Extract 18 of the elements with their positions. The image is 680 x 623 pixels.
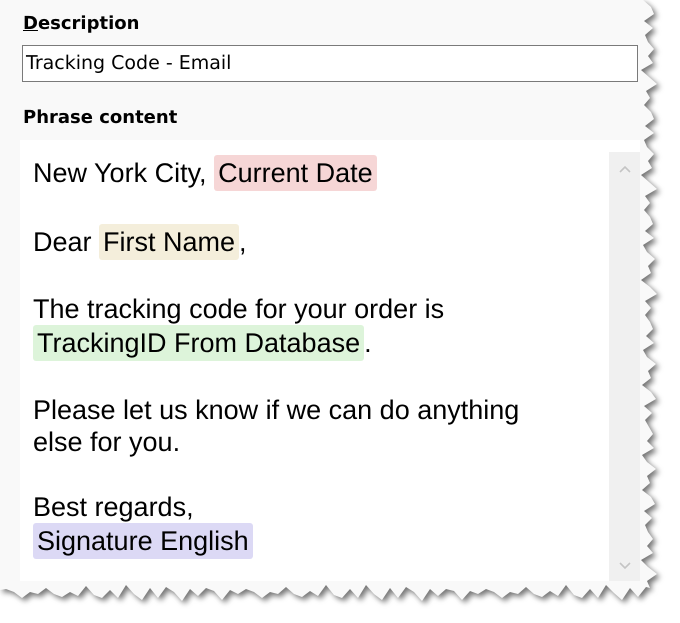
field-label: Phrase content (22, 106, 178, 130)
merge-field-tag: Current Date (214, 155, 377, 191)
chevron-down-icon[interactable] (618, 562, 630, 569)
chevron-up-icon[interactable] (618, 166, 630, 173)
merge-field-tag: Signature English (33, 523, 253, 559)
merge-field-tag: TrackingID From Database (33, 325, 364, 361)
description-input[interactable]: Tracking Code - Email (22, 45, 638, 82)
paragraph-text: , (239, 227, 247, 257)
paragraph-text: Please let us know if we can do anything else for you. (33, 395, 520, 457)
phrase-editor[interactable]: New York City, Current Date Dear First Name, The tracking code for your order is TrackingID From Database. Please let us know if we can do anything else for you. Best regards, Signature English (20, 140, 640, 581)
paragraph-text: . (364, 328, 372, 358)
paragraph-text: The tracking code for your order is (33, 294, 444, 324)
field-label: Description (22, 12, 140, 36)
vertical-scrollbar[interactable] (609, 152, 640, 581)
paragraph-text: New York City, (33, 158, 208, 188)
paragraph-text: Best regards, (33, 492, 194, 522)
merge-field-tag: First Name (99, 224, 240, 260)
paragraph-text: Dear (33, 227, 93, 257)
